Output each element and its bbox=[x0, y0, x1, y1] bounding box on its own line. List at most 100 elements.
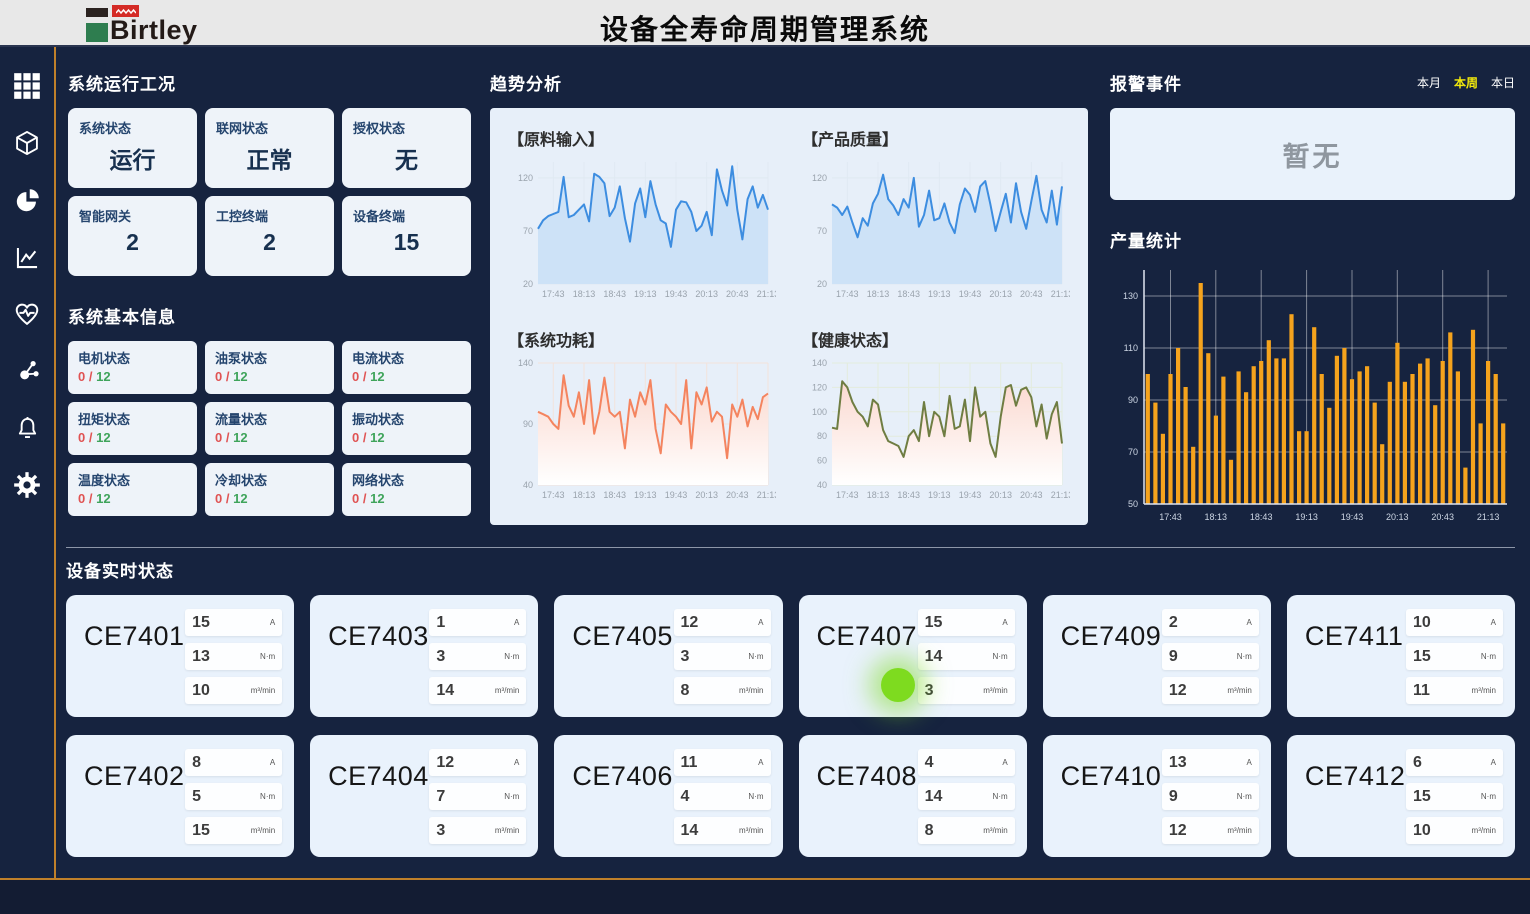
device-card-ce7404[interactable]: CE7404 12A 7N·m 3m³/min bbox=[310, 735, 538, 857]
device-name: CE7406 bbox=[572, 761, 673, 847]
info-card-label: 温度状态 bbox=[78, 470, 187, 489]
info-total-count: 12 bbox=[370, 491, 384, 506]
trend-panel: 【原料输入】 207012017:4318:1318:4319:1319:432… bbox=[490, 108, 1088, 525]
info-card: 温度状态0 / 12 bbox=[68, 463, 197, 516]
gear-icon[interactable] bbox=[12, 470, 42, 500]
health-heart-icon[interactable] bbox=[12, 299, 42, 329]
tab-week[interactable]: 本周 bbox=[1454, 74, 1478, 91]
info-card: 电机状态0 / 12 bbox=[68, 341, 197, 394]
status-card-value: 运行 bbox=[79, 141, 186, 175]
device-metric-value: 10 bbox=[1413, 822, 1431, 840]
status-card-value: 正常 bbox=[216, 141, 323, 175]
chart-title: 【原料输入】 bbox=[508, 126, 776, 150]
device-card-ce7411[interactable]: CE7411 10A 15N·m 11m³/min bbox=[1287, 595, 1515, 717]
status-card-label: 联网状态 bbox=[216, 118, 323, 137]
svg-text:130: 130 bbox=[1123, 291, 1138, 301]
device-metric-unit: m³/min bbox=[1472, 686, 1496, 695]
info-card: 电流状态0 / 12 bbox=[342, 341, 471, 394]
line-chart-icon[interactable] bbox=[12, 242, 42, 272]
device-metric-unit: N·m bbox=[504, 652, 519, 661]
device-metric-value: 11 bbox=[681, 754, 698, 772]
status-card-label: 设备终端 bbox=[353, 206, 460, 225]
device-metric-unit: N·m bbox=[504, 792, 519, 801]
svg-text:19:43: 19:43 bbox=[665, 289, 688, 299]
device-metric-row: 14N·m bbox=[918, 643, 1015, 670]
device-metric-unit: m³/min bbox=[251, 826, 275, 835]
device-card-ce7407[interactable]: CE7407 15A 14N·m 3m³/min bbox=[799, 595, 1027, 717]
info-card-label: 电机状态 bbox=[78, 348, 187, 367]
info-total-count: 12 bbox=[370, 430, 384, 445]
device-metric-value: 11 bbox=[1413, 682, 1430, 700]
bell-icon[interactable] bbox=[12, 413, 42, 443]
health-status-line-chart: 40608010012014017:4318:1318:4319:1319:43… bbox=[802, 355, 1070, 503]
status-card: 系统状态运行 bbox=[68, 108, 197, 188]
device-metric-value: 3 bbox=[925, 682, 934, 700]
product-quality-line-chart: 207012017:4318:1318:4319:1319:4320:1320:… bbox=[802, 154, 1070, 302]
svg-text:19:13: 19:13 bbox=[634, 289, 657, 299]
device-metric-unit: A bbox=[1491, 758, 1496, 767]
svg-text:20:43: 20:43 bbox=[726, 490, 749, 500]
device-metric-value: 15 bbox=[192, 822, 210, 840]
device-metric-value: 14 bbox=[436, 682, 454, 700]
device-metric-value: 8 bbox=[681, 682, 690, 700]
device-metric-value: 12 bbox=[1169, 822, 1187, 840]
tab-month[interactable]: 本月 bbox=[1417, 74, 1441, 91]
section-title-devices: 设备实时状态 bbox=[66, 557, 1515, 582]
device-card-ce7405[interactable]: CE7405 12A 3N·m 8m³/min bbox=[554, 595, 782, 717]
system-status-grid: 系统状态运行 联网状态正常 授权状态无 智能网关2 工控终端2 设备终端15 bbox=[68, 108, 471, 276]
info-total-count: 12 bbox=[96, 369, 110, 384]
device-name: CE7404 bbox=[328, 761, 429, 847]
device-metric-row: 14N·m bbox=[918, 783, 1015, 810]
device-metric-value: 6 bbox=[1413, 754, 1422, 772]
device-card-ce7408[interactable]: CE7408 4A 14N·m 8m³/min bbox=[799, 735, 1027, 857]
device-card-ce7406[interactable]: CE7406 11A 4N·m 14m³/min bbox=[554, 735, 782, 857]
svg-text:70: 70 bbox=[817, 226, 827, 236]
device-name: CE7412 bbox=[1305, 761, 1406, 847]
system-status-section: 系统运行工况 系统状态运行 联网状态正常 授权状态无 智能网关2 工控终端2 设… bbox=[68, 70, 471, 516]
device-metric-value: 1 bbox=[436, 614, 445, 632]
device-metric-value: 5 bbox=[192, 788, 201, 806]
info-card: 流量状态0 / 12 bbox=[205, 402, 334, 455]
device-metric-value: 10 bbox=[1413, 614, 1431, 632]
device-metric-row: 8m³/min bbox=[918, 817, 1015, 844]
device-metric-value: 13 bbox=[1169, 754, 1187, 772]
svg-text:19:13: 19:13 bbox=[928, 490, 951, 500]
status-card: 联网状态正常 bbox=[205, 108, 334, 188]
cube-icon[interactable] bbox=[12, 128, 42, 158]
device-metric-row: 15N·m bbox=[1406, 783, 1503, 810]
device-metric-unit: N·m bbox=[1237, 792, 1252, 801]
device-metric-row: 11 m³/min bbox=[1406, 677, 1503, 704]
svg-text:20:43: 20:43 bbox=[1431, 512, 1454, 522]
device-card-ce7401[interactable]: CE7401 15A 13N·m 10m³/min bbox=[66, 595, 294, 717]
device-card-ce7403[interactable]: CE7403 1A 3N·m 14m³/min bbox=[310, 595, 538, 717]
svg-text:20:43: 20:43 bbox=[1020, 289, 1043, 299]
device-card-ce7402[interactable]: CE7402 8A 5N·m 15m³/min bbox=[66, 735, 294, 857]
status-card-label: 授权状态 bbox=[353, 118, 460, 137]
device-name: CE7409 bbox=[1061, 621, 1162, 707]
status-card-label: 系统状态 bbox=[79, 118, 186, 137]
svg-text:17:43: 17:43 bbox=[542, 490, 565, 500]
device-card-ce7409[interactable]: CE7409 2A 9N·m 12m³/min bbox=[1043, 595, 1271, 717]
status-card: 授权状态无 bbox=[342, 108, 471, 188]
svg-text:50: 50 bbox=[1128, 499, 1138, 509]
tab-day[interactable]: 本日 bbox=[1491, 74, 1515, 91]
device-card-ce7412[interactable]: CE7412 6A 15N·m 10m³/min bbox=[1287, 735, 1515, 857]
status-card-value: 2 bbox=[216, 229, 323, 256]
svg-text:19:13: 19:13 bbox=[928, 289, 951, 299]
device-card-ce7410[interactable]: CE7410 13A 9N·m 12m³/min bbox=[1043, 735, 1271, 857]
device-metric-row: 8A bbox=[185, 749, 282, 776]
device-metric-value: 15 bbox=[1413, 648, 1431, 666]
svg-text:20:13: 20:13 bbox=[695, 490, 718, 500]
apps-grid-icon[interactable] bbox=[12, 71, 42, 101]
status-card: 工控终端2 bbox=[205, 196, 334, 276]
device-metric-value: 8 bbox=[925, 822, 934, 840]
status-indicator-dot bbox=[881, 668, 915, 702]
device-metric-row: 9N·m bbox=[1162, 643, 1259, 670]
pie-chart-icon[interactable] bbox=[12, 185, 42, 215]
device-metric-unit: A bbox=[758, 758, 763, 767]
device-metric-unit: N·m bbox=[260, 652, 275, 661]
sidebar-nav bbox=[0, 47, 56, 878]
svg-text:40: 40 bbox=[523, 480, 533, 490]
molecule-icon[interactable] bbox=[12, 356, 42, 386]
device-metric-unit: m³/min bbox=[1227, 686, 1251, 695]
